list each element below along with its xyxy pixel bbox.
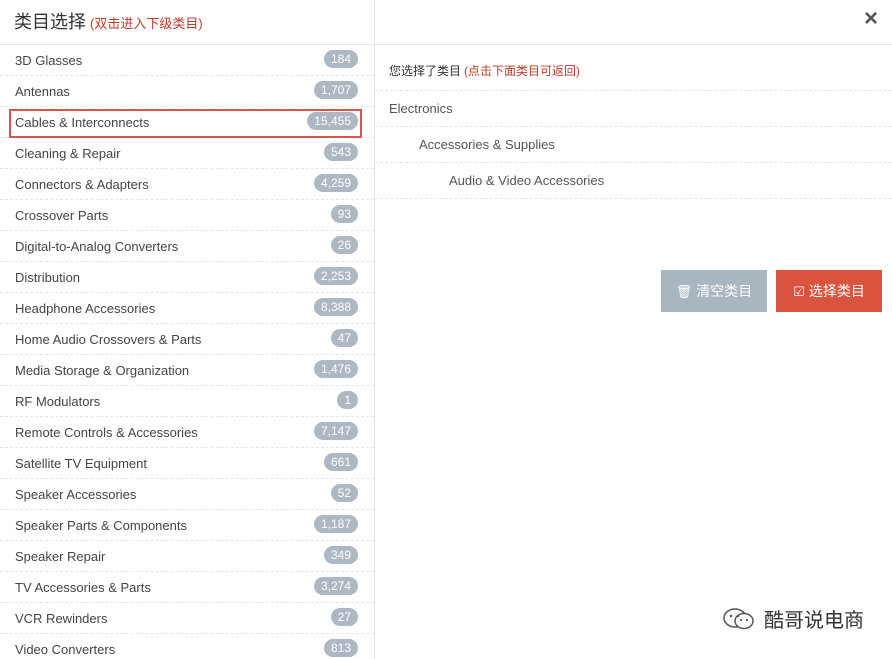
category-count-badge: 3,274 <box>313 577 358 595</box>
category-item[interactable]: 3D Glasses 184 <box>0 45 374 76</box>
category-label: Satellite TV Equipment <box>15 456 147 471</box>
category-item[interactable]: Satellite TV Equipment 661 <box>0 448 374 479</box>
category-count-badge: 27 <box>330 608 358 626</box>
clear-category-button[interactable]: 🗑 清空类目 <box>661 270 767 312</box>
path-item-level-1[interactable]: Electronics <box>375 91 892 127</box>
category-count-badge: 543 <box>323 143 358 161</box>
category-label: Home Audio Crossovers & Parts <box>15 332 202 347</box>
close-icon[interactable]: × <box>860 6 882 32</box>
category-label: Crossover Parts <box>15 208 109 223</box>
category-item[interactable]: Distribution 2,253 <box>0 262 374 293</box>
select-category-label: 选择类目 <box>808 283 865 299</box>
category-count-badge: 349 <box>323 546 358 564</box>
category-count-badge: 7,147 <box>313 422 358 440</box>
dialog-title: 类目选择 (双击进入下级类目) <box>14 8 203 34</box>
category-label: Connectors & Adapters <box>15 177 149 192</box>
category-label: Speaker Parts & Components <box>15 518 187 533</box>
select-category-button[interactable]: ☑ 选择类目 <box>776 270 882 312</box>
category-count-badge: 4,259 <box>313 174 358 192</box>
category-select-dialog: 类目选择 (双击进入下级类目) × 3D Glasses 184 Antennas 1,… <box>0 0 892 659</box>
dialog-title-hint: (双击进入下级类目) <box>90 16 203 31</box>
category-label: Distribution <box>15 270 81 285</box>
category-label: Media Storage & Organization <box>15 363 190 378</box>
category-label: Remote Controls & Accessories <box>15 425 198 440</box>
selected-path-heading: 您选择了类目 (点击下面类目可返回) <box>375 45 892 91</box>
category-item[interactable]: RF Modulators 1 <box>0 386 374 417</box>
path-item-level-2[interactable]: Accessories & Supplies <box>375 127 892 163</box>
category-item[interactable]: Digital-to-Analog Converters 26 <box>0 231 374 262</box>
watermark-text: 酷哥说电商 <box>764 610 864 632</box>
trash-icon: 🗑 <box>675 284 693 299</box>
clear-category-label: 清空类目 <box>696 283 753 299</box>
selected-path-panel: 您选择了类目 (点击下面类目可返回) Electronics Accessorie… <box>375 45 892 199</box>
category-count-badge: 52 <box>330 484 358 502</box>
category-item[interactable]: Remote Controls & Accessories 7,147 <box>0 417 374 448</box>
category-item[interactable]: Speaker Parts & Components 1,187 <box>0 510 374 541</box>
selected-path-note: (点击下面类目可返回) <box>464 64 581 78</box>
category-item[interactable]: Headphone Accessories 8,388 <box>0 293 374 324</box>
category-label: Digital-to-Analog Converters <box>15 239 179 254</box>
category-label: Headphone Accessories <box>15 301 156 316</box>
category-count-badge: 8,388 <box>313 298 358 316</box>
category-label: Speaker Accessories <box>15 487 137 502</box>
category-count-badge: 15,455 <box>307 112 358 130</box>
category-label: Speaker Repair <box>15 549 106 564</box>
category-count-badge: 1 <box>337 391 358 409</box>
category-item[interactable]: VCR Rewinders 27 <box>0 603 374 634</box>
category-item[interactable]: Speaker Accessories 52 <box>0 479 374 510</box>
category-count-badge: 1,476 <box>313 360 358 378</box>
category-label: Cleaning & Repair <box>15 146 121 161</box>
category-list: 3D Glasses 184 Antennas 1,707 Cables & Inter… <box>0 45 374 659</box>
category-item[interactable]: Crossover Parts 93 <box>0 200 374 231</box>
category-label: Cables & Interconnects <box>15 115 150 130</box>
category-count-badge: 1,187 <box>313 515 358 533</box>
category-item[interactable]: Connectors & Adapters 4,259 <box>0 169 374 200</box>
category-count-badge: 813 <box>323 639 358 657</box>
category-count-badge: 661 <box>323 453 358 471</box>
category-count-badge: 2,253 <box>313 267 358 285</box>
category-count-badge: 1,707 <box>313 81 358 99</box>
category-item[interactable]: Antennas 1,707 <box>0 76 374 107</box>
category-label: VCR Rewinders <box>15 611 108 626</box>
category-count-badge: 184 <box>323 50 358 68</box>
category-item[interactable]: Cables & Interconnects 15,455 <box>0 107 374 138</box>
watermark: 酷哥说电商 <box>722 604 864 633</box>
category-count-badge: 26 <box>330 236 358 254</box>
category-label: Video Converters <box>15 642 116 657</box>
path-item-level-3[interactable]: Audio & Video Accessories <box>375 163 892 199</box>
category-label: 3D Glasses <box>15 53 83 68</box>
category-count-badge: 93 <box>330 205 358 223</box>
category-count-badge: 47 <box>330 329 358 347</box>
selected-path-label: 您选择了类目 <box>389 64 462 78</box>
category-item[interactable]: Media Storage & Organization 1,476 <box>0 355 374 386</box>
category-item[interactable]: Speaker Repair 349 <box>0 541 374 572</box>
category-item[interactable]: Home Audio Crossovers & Parts 47 <box>0 324 374 355</box>
category-label: TV Accessories & Parts <box>15 580 151 595</box>
category-label: RF Modulators <box>15 394 101 409</box>
category-item[interactable]: TV Accessories & Parts 3,274 <box>0 572 374 603</box>
category-item[interactable]: Video Converters 813 <box>0 634 374 659</box>
wechat-icon <box>723 607 754 629</box>
checkbox-icon: ☑ <box>793 284 805 299</box>
dialog-title-text: 类目选择 <box>14 12 86 32</box>
category-label: Antennas <box>15 84 70 99</box>
category-item[interactable]: Cleaning & Repair 543 <box>0 138 374 169</box>
dialog-header: 类目选择 (双击进入下级类目) <box>0 0 374 45</box>
